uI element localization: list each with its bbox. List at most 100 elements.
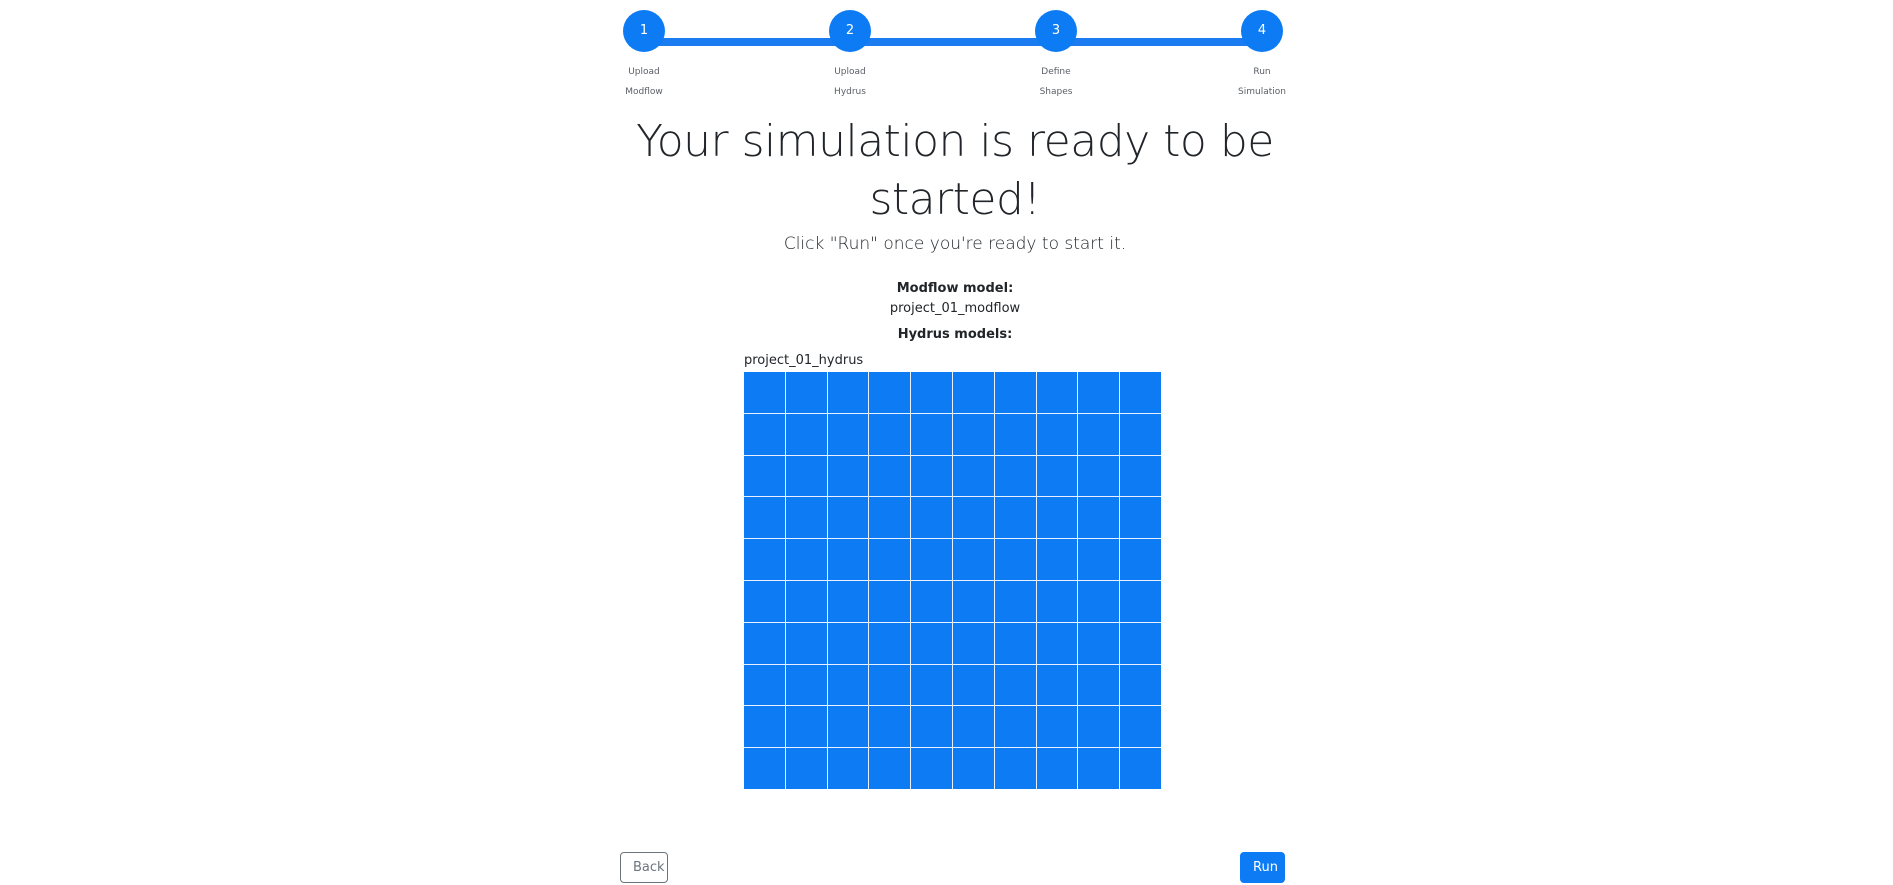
grid-cell[interactable]	[827, 706, 869, 748]
step-run-simulation[interactable]: 4 Run Simulation	[1222, 10, 1302, 102]
grid-cell[interactable]	[952, 664, 994, 706]
grid-cell[interactable]	[952, 455, 994, 497]
grid-cell[interactable]	[1036, 455, 1078, 497]
grid-cell[interactable]	[1120, 748, 1161, 789]
grid-cell[interactable]	[785, 413, 827, 455]
grid-cell[interactable]	[1078, 455, 1120, 497]
grid-cell[interactable]	[1120, 455, 1161, 497]
grid-cell[interactable]	[1120, 706, 1161, 748]
grid-cell[interactable]	[744, 372, 785, 413]
grid-cell[interactable]	[911, 372, 952, 413]
step-upload-modflow[interactable]: 1 Upload Modflow	[604, 10, 684, 102]
grid-cell[interactable]	[1078, 664, 1120, 706]
step-circle[interactable]: 2	[829, 10, 871, 52]
grid-cell[interactable]	[785, 622, 827, 664]
grid-cell[interactable]	[1036, 497, 1078, 539]
grid-cell[interactable]	[744, 539, 785, 580]
grid-cell[interactable]	[1078, 748, 1120, 789]
grid-cell[interactable]	[1120, 580, 1161, 622]
step-circle[interactable]: 3	[1035, 10, 1077, 52]
grid-cell[interactable]	[1078, 497, 1120, 539]
grid-cell[interactable]	[1120, 664, 1161, 706]
grid-cell[interactable]	[911, 455, 952, 497]
grid-cell[interactable]	[744, 664, 785, 706]
grid-cell[interactable]	[869, 706, 911, 748]
grid-cell[interactable]	[994, 413, 1036, 455]
grid-cell[interactable]	[1036, 539, 1078, 580]
grid-cell[interactable]	[827, 455, 869, 497]
grid-cell[interactable]	[1078, 706, 1120, 748]
grid-cell[interactable]	[911, 580, 952, 622]
grid-cell[interactable]	[994, 497, 1036, 539]
grid-cell[interactable]	[1120, 413, 1161, 455]
step-upload-hydrus[interactable]: 2 Upload Hydrus	[810, 10, 890, 102]
grid-cell[interactable]	[785, 580, 827, 622]
grid-cell[interactable]	[744, 706, 785, 748]
grid-cell[interactable]	[952, 413, 994, 455]
run-button[interactable]: Run	[1240, 852, 1285, 883]
step-circle[interactable]: 1	[623, 10, 665, 52]
grid-cell[interactable]	[994, 539, 1036, 580]
grid-cell[interactable]	[911, 413, 952, 455]
grid-cell[interactable]	[952, 748, 994, 789]
grid-cell[interactable]	[827, 748, 869, 789]
grid-cell[interactable]	[869, 497, 911, 539]
grid-cell[interactable]	[994, 664, 1036, 706]
grid-cell[interactable]	[869, 372, 911, 413]
grid-cell[interactable]	[785, 706, 827, 748]
grid-cell[interactable]	[994, 706, 1036, 748]
grid-cell[interactable]	[1078, 413, 1120, 455]
grid-cell[interactable]	[869, 748, 911, 789]
grid-cell[interactable]	[869, 539, 911, 580]
grid-cell[interactable]	[869, 413, 911, 455]
step-circle[interactable]: 4	[1241, 10, 1283, 52]
grid-cell[interactable]	[994, 622, 1036, 664]
grid-cell[interactable]	[827, 413, 869, 455]
grid-cell[interactable]	[744, 497, 785, 539]
grid-cell[interactable]	[1078, 539, 1120, 580]
grid-cell[interactable]	[1078, 372, 1120, 413]
grid-cell[interactable]	[785, 455, 827, 497]
grid-cell[interactable]	[994, 748, 1036, 789]
grid-cell[interactable]	[1036, 622, 1078, 664]
grid-cell[interactable]	[911, 539, 952, 580]
grid-cell[interactable]	[1120, 539, 1161, 580]
grid-cell[interactable]	[911, 622, 952, 664]
grid-cell[interactable]	[911, 664, 952, 706]
grid-cell[interactable]	[785, 539, 827, 580]
back-button[interactable]: Back	[620, 852, 668, 883]
grid-cell[interactable]	[869, 622, 911, 664]
grid-cell[interactable]	[785, 748, 827, 789]
grid-cell[interactable]	[869, 580, 911, 622]
grid-cell[interactable]	[952, 622, 994, 664]
grid-cell[interactable]	[952, 372, 994, 413]
grid-cell[interactable]	[744, 455, 785, 497]
hydrus-shape-grid[interactable]	[744, 372, 1161, 789]
grid-cell[interactable]	[785, 497, 827, 539]
grid-cell[interactable]	[827, 622, 869, 664]
grid-cell[interactable]	[1036, 706, 1078, 748]
grid-cell[interactable]	[994, 372, 1036, 413]
grid-cell[interactable]	[952, 539, 994, 580]
grid-cell[interactable]	[1036, 664, 1078, 706]
step-define-shapes[interactable]: 3 Define Shapes	[1016, 10, 1096, 102]
grid-cell[interactable]	[952, 706, 994, 748]
grid-cell[interactable]	[1078, 622, 1120, 664]
grid-cell[interactable]	[1036, 372, 1078, 413]
grid-cell[interactable]	[744, 622, 785, 664]
grid-cell[interactable]	[827, 580, 869, 622]
grid-cell[interactable]	[827, 664, 869, 706]
grid-cell[interactable]	[744, 748, 785, 789]
grid-cell[interactable]	[785, 372, 827, 413]
grid-cell[interactable]	[869, 664, 911, 706]
grid-cell[interactable]	[1036, 413, 1078, 455]
grid-cell[interactable]	[869, 455, 911, 497]
grid-cell[interactable]	[994, 455, 1036, 497]
grid-cell[interactable]	[827, 539, 869, 580]
grid-cell[interactable]	[994, 580, 1036, 622]
grid-cell[interactable]	[744, 580, 785, 622]
grid-cell[interactable]	[1120, 622, 1161, 664]
grid-cell[interactable]	[744, 413, 785, 455]
grid-cell[interactable]	[1036, 748, 1078, 789]
grid-cell[interactable]	[827, 497, 869, 539]
